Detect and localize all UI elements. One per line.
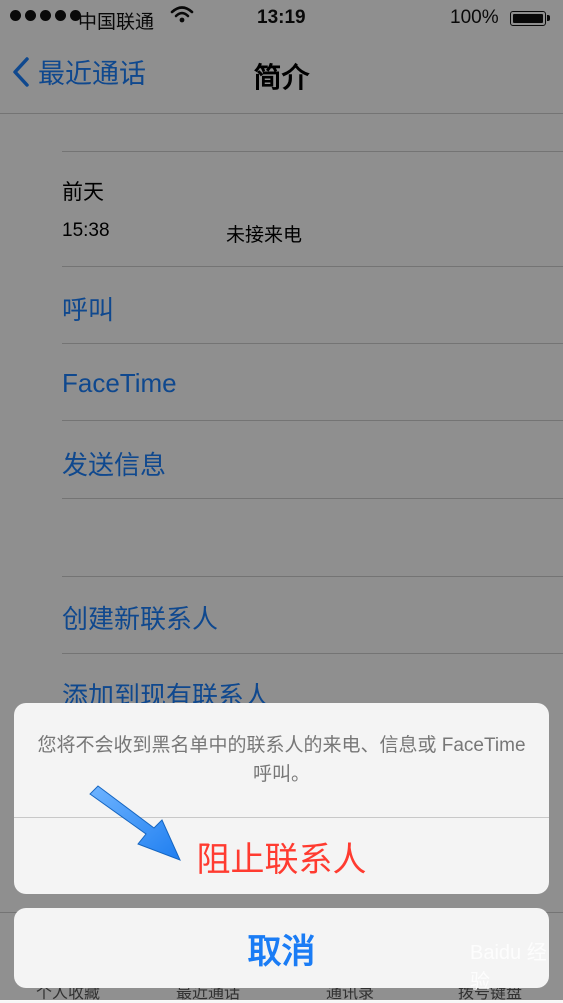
cancel-button[interactable]: 取消	[14, 908, 549, 988]
action-sheet-message: 您将不会收到黑名单中的联系人的来电、信息或 FaceTime 呼叫。	[37, 735, 526, 785]
baidu-watermark: Baidu 经验	[470, 942, 547, 993]
annotation-arrow-icon	[89, 785, 181, 861]
